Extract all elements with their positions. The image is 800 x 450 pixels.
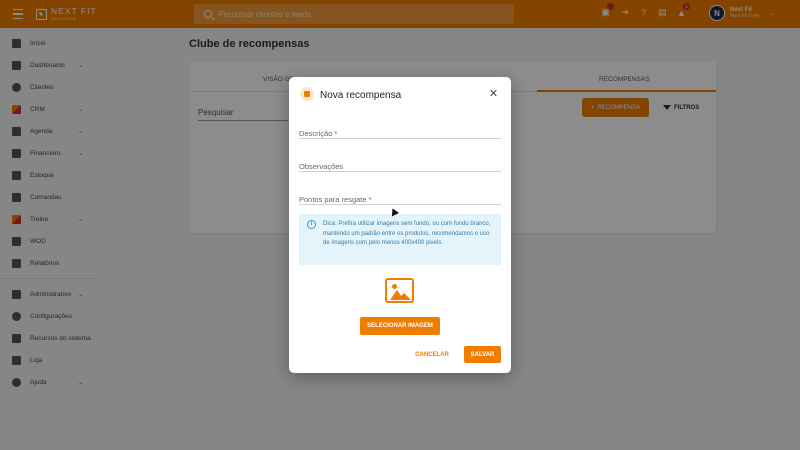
tip-box: i Dica: Prefira utilizar imagens sem fun… [299,214,501,265]
tip-text: Dica: Prefira utilizar imagens sem fundo… [323,221,491,246]
close-icon[interactable]: ✕ [488,89,499,100]
save-button[interactable]: SALVAR [464,346,501,363]
description-input[interactable] [299,129,501,138]
notes-field[interactable] [299,156,501,172]
info-icon: i [307,220,316,229]
cancel-button[interactable]: CANCELAR [411,346,453,363]
points-input[interactable] [299,195,501,204]
points-field[interactable] [299,189,501,205]
dialog-title: Nova recompensa [320,90,402,101]
image-icon [385,278,414,303]
select-image-button[interactable]: SELECIONAR IMAGEM [360,317,440,335]
notes-input[interactable] [299,162,501,171]
description-field[interactable] [299,123,501,139]
new-reward-dialog: Nova recompensa ✕ i Dica: Prefira utiliz… [289,77,511,373]
reward-icon [300,87,314,101]
